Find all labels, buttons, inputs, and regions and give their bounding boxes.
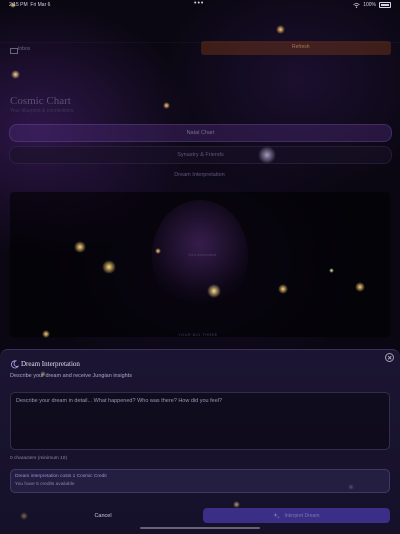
star-particle: [102, 260, 116, 274]
star-particle: [278, 284, 288, 294]
ascendant-label: Your Ascendant: [188, 252, 216, 257]
star-particle: [11, 70, 20, 79]
credit-cost-text: Dream interpretation costs 1 Cosmic Cred…: [15, 474, 107, 479]
natal-chart-button: Natal Chart: [9, 124, 392, 142]
modal-title: Dream Interpretation: [21, 360, 80, 368]
page-subtitle: Your blueprint & connections: [10, 108, 74, 114]
star-particle: [163, 102, 170, 109]
star-particle: [329, 268, 334, 273]
dream-input[interactable]: [10, 392, 390, 450]
star-particle: [74, 241, 86, 253]
battery-percent: 100%: [363, 2, 376, 8]
status-date: Fri Mar 6: [30, 2, 51, 8]
close-button[interactable]: [385, 353, 394, 362]
big-three-label: YOUR BIG THREE: [178, 332, 218, 337]
interpret-dream-button[interactable]: Interpret Dream: [203, 508, 390, 523]
star-particle: [20, 512, 28, 520]
home-indicator[interactable]: [140, 527, 260, 529]
inbox-label: Inbox: [18, 46, 31, 52]
modal-description: Describe your dream and receive Jungian …: [10, 373, 132, 379]
dream-interpretation-button: Dream Interpretation: [174, 172, 225, 178]
status-bar: 2:15 PM Fri Mar 6 ••• 100%: [0, 0, 400, 10]
interpret-dream-label: Interpret Dream: [284, 512, 320, 519]
credit-info-box: [10, 469, 390, 493]
moon-icon: [11, 360, 19, 369]
star-particle: [155, 248, 161, 254]
credits-available-text: You have 5 credits available: [15, 482, 75, 487]
battery-icon: [379, 2, 391, 8]
star-particle: [276, 25, 285, 34]
refresh-tab-label: Refresh: [292, 44, 310, 50]
wifi-icon: [353, 2, 360, 8]
star-particle: [207, 284, 221, 298]
mail-icon: [10, 48, 18, 54]
status-time: 2:15 PM: [9, 2, 28, 8]
star-particle: [355, 282, 365, 292]
multitasking-dots[interactable]: •••: [194, 0, 204, 7]
star-particle: [42, 330, 50, 338]
header-bar: [0, 14, 400, 43]
cancel-button[interactable]: Cancel: [84, 509, 122, 523]
star-particle: [258, 146, 276, 164]
synastry-button: Synastry & Friends: [9, 146, 392, 164]
close-icon: [387, 355, 392, 360]
star-particle: [233, 501, 240, 508]
sparkles-icon: [273, 512, 281, 519]
page-title: Cosmic Chart: [10, 95, 71, 107]
character-count: 0 characters (minimum 10): [10, 456, 68, 461]
